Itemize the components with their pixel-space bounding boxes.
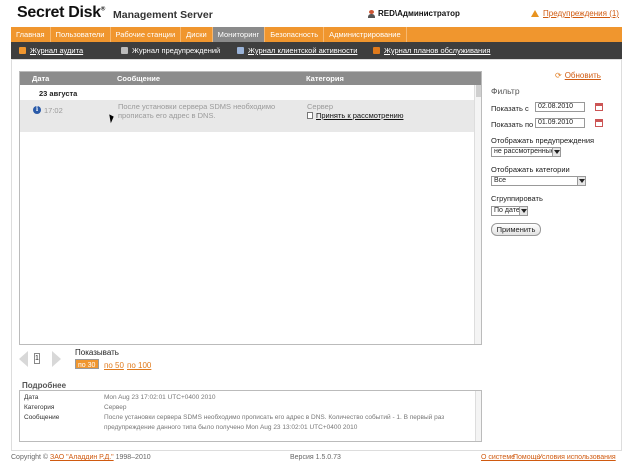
column-message[interactable]: Сообщение [117, 74, 160, 83]
calendar-icon[interactable] [595, 119, 603, 127]
pager: 1 Показывать по 30 по 50 по 100 [19, 348, 482, 372]
terms-link[interactable]: Условия использования [538, 454, 616, 461]
header: Secret Disk® Management Server RED\Админ… [0, 0, 627, 26]
user-name: RED\Администратор [378, 9, 460, 18]
next-page-icon[interactable] [52, 351, 61, 367]
mouse-cursor-icon [109, 113, 115, 124]
accept-review-link[interactable]: Принять к рассмотрению [307, 111, 403, 120]
client-activity-icon [237, 47, 244, 54]
refresh-icon: ⟳ [555, 71, 562, 80]
nav-monitoring[interactable]: Мониторинг [212, 27, 266, 42]
subnav-warning-log-label: Журнал предупреждений [132, 46, 221, 55]
warnings-filter-label: Отображать предупреждения [491, 136, 595, 145]
details-scrollbar[interactable] [475, 391, 481, 441]
subnav-audit-log[interactable]: Журнал аудита [19, 46, 83, 55]
version: Версия 1.5.0.73 [290, 454, 341, 461]
refresh-label[interactable]: Обновить [565, 71, 601, 80]
group-row[interactable]: 23 августа [20, 86, 474, 100]
filter-title: Фильтр [491, 86, 520, 96]
row-category: Сервер [307, 102, 334, 111]
chevron-down-icon [519, 207, 527, 215]
subnav-client-activity[interactable]: Журнал клиентской активности [237, 46, 357, 55]
subnav-client-activity-label: Журнал клиентской активности [248, 46, 358, 55]
details-panel: Дата Mon Aug 23 17:02:01 UTC+0400 2010 К… [19, 390, 482, 442]
categories-filter-select[interactable]: Все [491, 176, 586, 186]
nav-disks[interactable]: Диски [181, 27, 213, 42]
column-category[interactable]: Категория [306, 74, 344, 83]
chevron-down-icon [552, 148, 560, 156]
warnings-link[interactable]: Предупреждения (1) [531, 9, 619, 18]
maintenance-plan-icon [373, 47, 380, 54]
warnings-label[interactable]: Предупреждения (1) [543, 9, 619, 18]
grid-scrollbar[interactable] [474, 85, 481, 344]
calendar-icon[interactable] [595, 103, 603, 111]
detail-message-value: После установки сервера SDMS необходимо … [104, 414, 445, 431]
group-by-label: Сгруппировать [491, 194, 543, 203]
group-label: 23 августа [39, 89, 78, 98]
info-icon: i [33, 106, 41, 114]
details-title: Подробнее [22, 381, 67, 390]
subnav-maintenance-plans[interactable]: Журнал планов обслуживания [373, 46, 490, 55]
group-by-value: По дате [494, 207, 520, 214]
copyright: Copyright © ЗАО "Аладдин Р.Д." 1998–2010 [11, 454, 151, 461]
apply-button[interactable]: Применить [491, 223, 541, 236]
detail-date-value: Mon Aug 23 17:02:01 UTC+0400 2010 [104, 394, 216, 401]
about-link[interactable]: О системе [481, 454, 515, 461]
chevron-down-icon [577, 177, 585, 185]
nav-home[interactable]: Главная [11, 27, 51, 42]
warnings-grid: Дата Сообщение Категория 23 августа i 17… [19, 71, 482, 345]
page-size-100[interactable]: по 100 [124, 359, 154, 372]
detail-date-label: Дата [24, 394, 39, 401]
subnav-warning-log[interactable]: Журнал предупреждений [121, 46, 220, 55]
detail-category-label: Категория [24, 404, 55, 411]
warnings-filter-select[interactable]: не рассмотренные [491, 147, 561, 157]
group-by-select[interactable]: По дате [491, 206, 528, 216]
row-message: После установки сервера SDMS необходимо … [118, 102, 276, 120]
scrollbar-thumb[interactable] [476, 85, 481, 97]
page-size-30[interactable]: по 30 [75, 359, 100, 369]
show-from-input[interactable]: 02.08.2010 [535, 102, 585, 112]
subnav-audit-log-label: Журнал аудита [30, 46, 84, 55]
warning-log-icon [121, 47, 128, 54]
main-panel: Дата Сообщение Категория 23 августа i 17… [11, 59, 622, 451]
detail-category-value: Сервер [104, 404, 127, 411]
help-link[interactable]: Помощь [513, 454, 540, 461]
show-to-label: Показать по [491, 120, 534, 129]
nav-administration[interactable]: Администрирование [324, 27, 407, 42]
categories-filter-value: Все [494, 177, 507, 184]
categories-filter-label: Отображать категории [491, 165, 570, 174]
grid-header: Дата Сообщение Категория [20, 72, 481, 85]
main-nav: Главная Пользователи Рабочие станции Дис… [11, 27, 622, 42]
accept-review-label[interactable]: Принять к рассмотрению [316, 111, 403, 120]
page-size-label: Показывать [75, 348, 119, 357]
copyright-years: 1998–2010 [115, 454, 151, 461]
row-time: 17:02 [44, 106, 63, 115]
app-subtitle: Management Server [113, 9, 213, 21]
user-icon [368, 9, 375, 18]
nav-security[interactable]: Безопасность [265, 27, 325, 42]
logo: Secret Disk® [17, 4, 105, 21]
show-to-input[interactable]: 01.09.2010 [535, 118, 585, 128]
company-link[interactable]: ЗАО "Аладдин Р.Д." [50, 454, 114, 461]
detail-message-label: Сообщение [24, 414, 60, 421]
footer: Copyright © ЗАО "Аладдин Р.Д." 1998–2010… [11, 454, 622, 467]
column-date[interactable]: Дата [32, 74, 49, 83]
audit-log-icon [19, 47, 26, 54]
nav-workstations[interactable]: Рабочие станции [111, 27, 182, 42]
document-icon [307, 112, 313, 119]
warnings-filter-value: не рассмотренные [494, 148, 555, 155]
warning-icon [531, 10, 539, 17]
table-row[interactable]: i 17:02 После установки сервера SDMS нео… [20, 100, 474, 132]
refresh-link[interactable]: ⟳ Обновить [555, 71, 601, 80]
copyright-label: Copyright © [11, 454, 49, 461]
sub-nav: Журнал аудита Журнал предупреждений Журн… [11, 42, 622, 59]
page-number: 1 [34, 353, 40, 364]
prev-page-icon[interactable] [19, 351, 28, 367]
current-user: RED\Администратор [368, 9, 460, 18]
subnav-maintenance-plans-label: Журнал планов обслуживания [384, 46, 491, 55]
show-from-label: Показать с [491, 104, 529, 113]
nav-users[interactable]: Пользователи [51, 27, 111, 42]
